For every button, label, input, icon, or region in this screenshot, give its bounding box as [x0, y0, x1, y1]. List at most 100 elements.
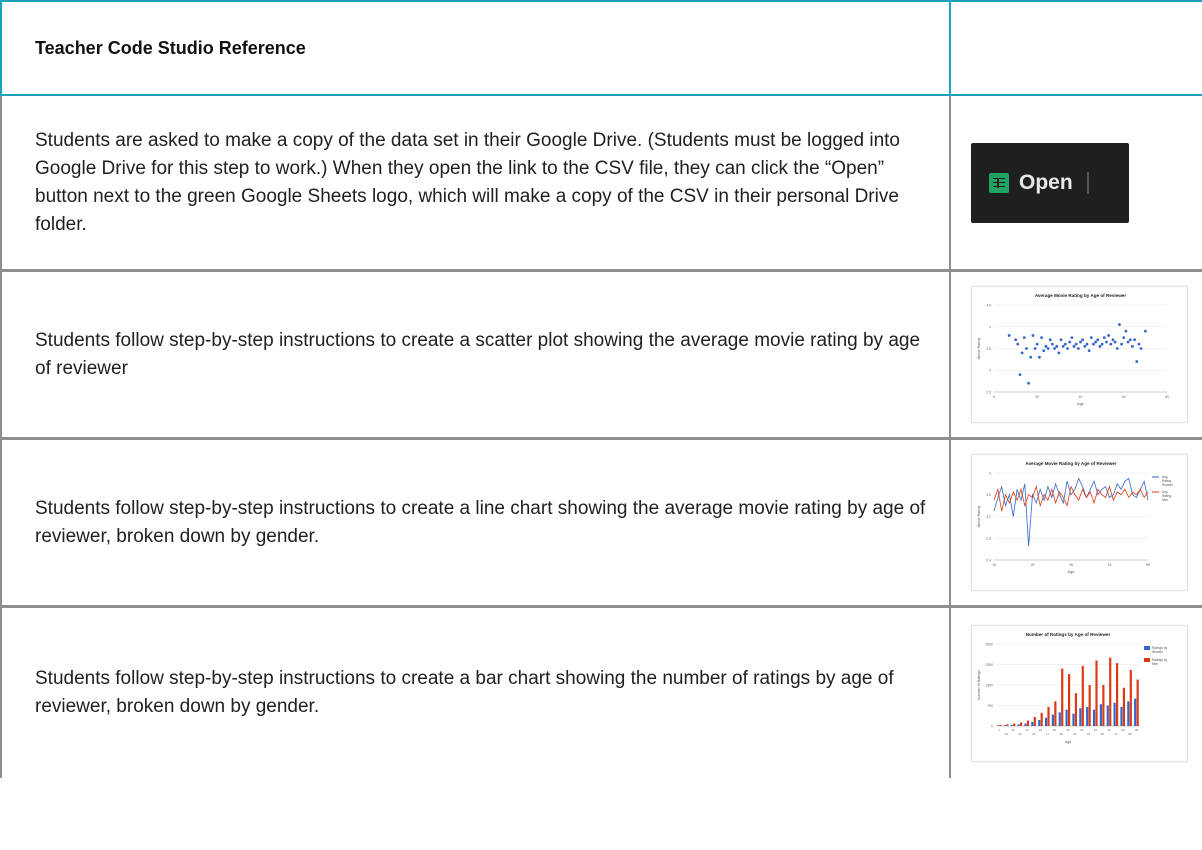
scatter-point — [1031, 334, 1035, 337]
scatter-point — [1068, 340, 1072, 344]
x-tick-label: 18 — [1053, 728, 1057, 732]
scatter-chart-thumbnail: Average Movie Rating by Age of Reviewer A… — [971, 286, 1188, 423]
scatter-point — [1102, 336, 1106, 340]
scatter-point — [1135, 360, 1139, 363]
scatter-point — [1131, 344, 1134, 348]
bar — [1102, 684, 1105, 726]
x-tick-label: 24 — [1094, 728, 1098, 732]
scatter-point — [1042, 349, 1046, 353]
x-tick-label: 20 — [1035, 395, 1039, 399]
y-tick-label: 3000 — [985, 642, 993, 646]
bar — [1054, 700, 1057, 726]
chart-title: Number of Ratings by Age of Reviewer — [1026, 632, 1111, 637]
row-image-cell: Open — [950, 95, 1202, 272]
x-tick-label: 80 — [1165, 395, 1169, 399]
row-description: Students follow step-by-step instruction… — [0, 270, 951, 440]
bar — [1065, 709, 1068, 726]
legend-swatch — [1144, 657, 1150, 662]
scatter-point — [1074, 342, 1078, 346]
y-tick-label: 3.6 — [986, 493, 991, 497]
scatter-point — [1113, 340, 1117, 344]
bar — [1040, 712, 1043, 726]
scatter-point — [1081, 338, 1085, 342]
x-tick-label: 10 — [1005, 732, 1009, 736]
scatter-point — [1126, 340, 1130, 344]
legend-label: Women — [1152, 650, 1163, 654]
x-tick-label: 19 — [1059, 732, 1063, 736]
scatter-point — [1055, 344, 1059, 348]
scatter-point — [1050, 342, 1054, 346]
x-tick-label: 35 — [1069, 563, 1073, 567]
x-tick-label: 20 — [1066, 728, 1070, 732]
scatter-point — [1016, 342, 1020, 346]
x-tick-label: 25 — [1031, 563, 1035, 567]
x-tick-label: 25 — [1101, 732, 1105, 736]
scatter-point — [1022, 336, 1026, 340]
bar — [1061, 668, 1064, 726]
scatter-point — [1057, 351, 1061, 355]
scatter-point — [1020, 351, 1024, 355]
x-tick-label: 14 — [1025, 728, 1029, 732]
table-row: Students follow step-by-step instruction… — [0, 606, 1202, 778]
y-tick-label: 4.5 — [986, 303, 991, 307]
bar — [1058, 711, 1061, 726]
table-title: Teacher Code Studio Reference — [35, 37, 306, 58]
bar-chart-thumbnail: Number of Ratings by Age of Reviewer Age N… — [971, 624, 1188, 762]
row-description: Students follow step-by-step instruction… — [0, 438, 951, 608]
bar — [1024, 723, 1027, 726]
y-tick-label: 1500 — [985, 683, 993, 687]
scatter-point — [1029, 355, 1033, 359]
bar — [1120, 706, 1123, 726]
bar — [1086, 706, 1089, 726]
scatter-point — [1128, 338, 1132, 342]
x-tick-label: 60 — [1122, 395, 1126, 399]
x-tick-label: 7 — [999, 728, 1001, 732]
scatter-point — [1107, 334, 1111, 337]
reference-table: Teacher Code Studio Reference Students a… — [0, 0, 1202, 778]
row-image-cell: Average Movie Rating by Age of Reviewer A… — [950, 438, 1202, 608]
scatter-point — [1070, 336, 1074, 340]
scatter-point — [1118, 323, 1121, 326]
y-axis-label: Movie Rating — [977, 338, 981, 359]
y-tick-label: 3 — [989, 369, 991, 373]
scatter-point — [1025, 347, 1028, 350]
bar — [1031, 721, 1034, 726]
header-cell: Teacher Code Studio Reference — [0, 0, 951, 96]
bar — [1047, 706, 1050, 726]
scatter-point — [1098, 344, 1102, 348]
scatter-point — [1048, 338, 1052, 342]
x-tick-label: 27 — [1114, 732, 1118, 736]
y-tick-label: 3.5 — [986, 347, 991, 351]
bar — [1072, 713, 1075, 726]
bar — [996, 724, 1000, 726]
y-tick-label: 2.4 — [986, 558, 991, 562]
line-chart-thumbnail: Average Movie Rating by Age of Reviewer A… — [971, 454, 1188, 591]
scatter-point — [1100, 342, 1104, 346]
bar — [1074, 692, 1078, 726]
bar — [1113, 702, 1116, 726]
bar — [1134, 698, 1137, 726]
y-tick-label: 4 — [989, 471, 991, 475]
table-row: Students follow step-by-step instruction… — [0, 270, 1202, 440]
x-axis-label: Age — [1077, 402, 1083, 406]
row-image-cell: Number of Ratings by Age of Reviewer Age N… — [950, 606, 1202, 778]
scatter-point — [1053, 347, 1056, 350]
scatter-point — [1040, 336, 1043, 340]
bar — [1017, 723, 1020, 726]
legend-label: Men — [1152, 662, 1158, 666]
scatter-point — [1035, 342, 1039, 346]
scatter-point — [1139, 347, 1143, 350]
bar — [1127, 700, 1130, 726]
y-tick-label: 2.8 — [986, 537, 991, 541]
bar — [1003, 724, 1006, 726]
x-tick-label: 55 — [1146, 563, 1150, 567]
chart-title: Average Movie Rating by Age of Reviewer — [1025, 461, 1117, 466]
y-tick-label: 3.2 — [986, 515, 991, 519]
scatter-point — [1124, 329, 1128, 333]
scatter-point — [1066, 347, 1069, 350]
scatter-point — [1122, 336, 1126, 340]
scatter-point — [1085, 342, 1089, 346]
header-empty-cell — [950, 0, 1202, 96]
x-tick-label: 22 — [1080, 728, 1084, 732]
bar — [1116, 662, 1119, 726]
